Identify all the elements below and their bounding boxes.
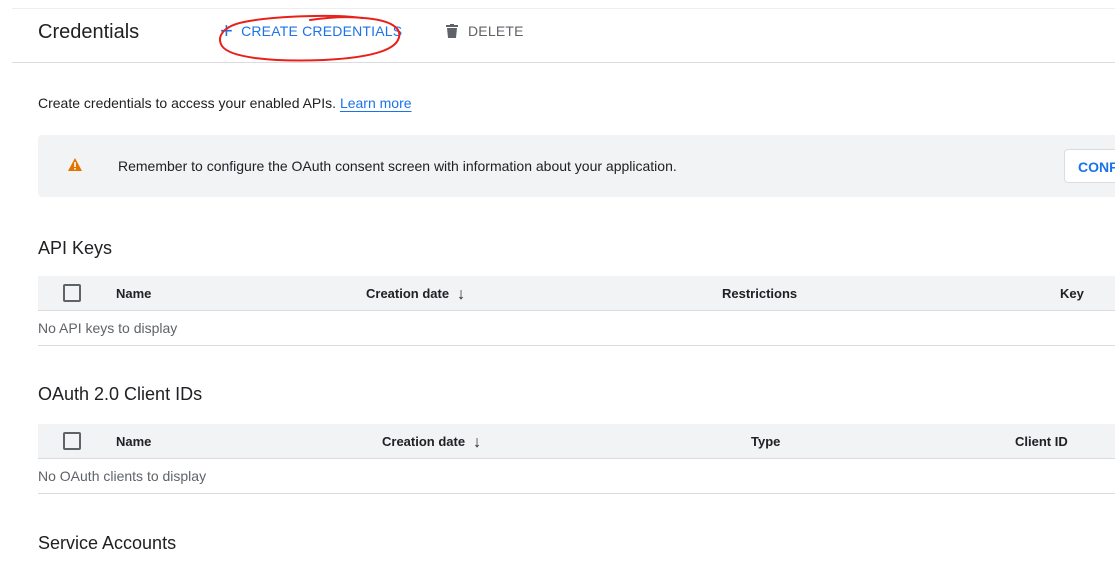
create-credentials-label: CREATE CREDENTIALS xyxy=(241,23,403,39)
arrow-down-icon: ↓ xyxy=(457,286,466,303)
toolbar-divider xyxy=(12,62,1115,63)
learn-more-link[interactable]: Learn more xyxy=(340,95,412,111)
column-header-restrictions[interactable]: Restrictions xyxy=(722,286,797,301)
top-edge-divider xyxy=(12,8,1115,9)
plus-icon: + xyxy=(220,18,234,43)
empty-state-row: No API keys to display xyxy=(38,311,1115,346)
delete-button[interactable]: DELETE xyxy=(446,23,524,39)
banner-message: Remember to configure the OAuth consent … xyxy=(118,158,677,174)
column-header-name[interactable]: Name xyxy=(116,286,151,301)
service-accounts-heading: Service Accounts xyxy=(38,533,177,553)
oauth-clients-heading: OAuth 2.0 Client IDs xyxy=(38,384,203,404)
empty-state-row: No OAuth clients to display xyxy=(38,459,1115,494)
table-header: Name Creation date ↓ Type Client ID xyxy=(38,424,1115,459)
empty-state-text: No OAuth clients to display xyxy=(38,468,207,484)
oauth-clients-table: Name Creation date ↓ Type Client ID No OA… xyxy=(38,424,1115,494)
column-header-name[interactable]: Name xyxy=(116,434,151,449)
column-header-label: Creation date xyxy=(382,434,466,449)
page-title: Credentials xyxy=(38,21,140,43)
configure-consent-button[interactable]: CONFIGURE CONSENT SCREEN xyxy=(1064,149,1115,183)
arrow-down-icon: ↓ xyxy=(473,434,482,451)
delete-label: DELETE xyxy=(468,23,524,39)
column-header-type[interactable]: Type xyxy=(751,434,780,449)
column-header-key[interactable]: Key xyxy=(1060,286,1084,301)
oauth-consent-banner: Remember to configure the OAuth consent … xyxy=(38,135,1115,197)
column-header-label: Creation date xyxy=(366,286,450,301)
column-header-creation-date[interactable]: Creation date ↓ xyxy=(366,286,466,303)
empty-state-text: No API keys to display xyxy=(38,320,178,336)
trash-icon xyxy=(446,24,458,38)
api-keys-heading: API Keys xyxy=(38,238,113,258)
intro-text: Create credentials to access your enable… xyxy=(38,95,412,111)
toolbar: Credentials + CREATE CREDENTIALS DELETE xyxy=(0,0,1115,62)
intro-sentence: Create credentials to access your enable… xyxy=(38,95,337,111)
create-credentials-button[interactable]: + CREATE CREDENTIALS xyxy=(220,18,403,43)
column-header-creation-date[interactable]: Creation date ↓ xyxy=(382,434,482,451)
column-header-client-id[interactable]: Client ID xyxy=(1015,434,1068,449)
table-header: Name Creation date ↓ Restrictions Key xyxy=(38,276,1115,311)
select-all-checkbox[interactable] xyxy=(63,284,81,302)
select-all-checkbox[interactable] xyxy=(63,432,81,450)
api-keys-table: Name Creation date ↓ Restrictions Key No … xyxy=(38,276,1115,346)
warning-icon xyxy=(68,158,82,171)
